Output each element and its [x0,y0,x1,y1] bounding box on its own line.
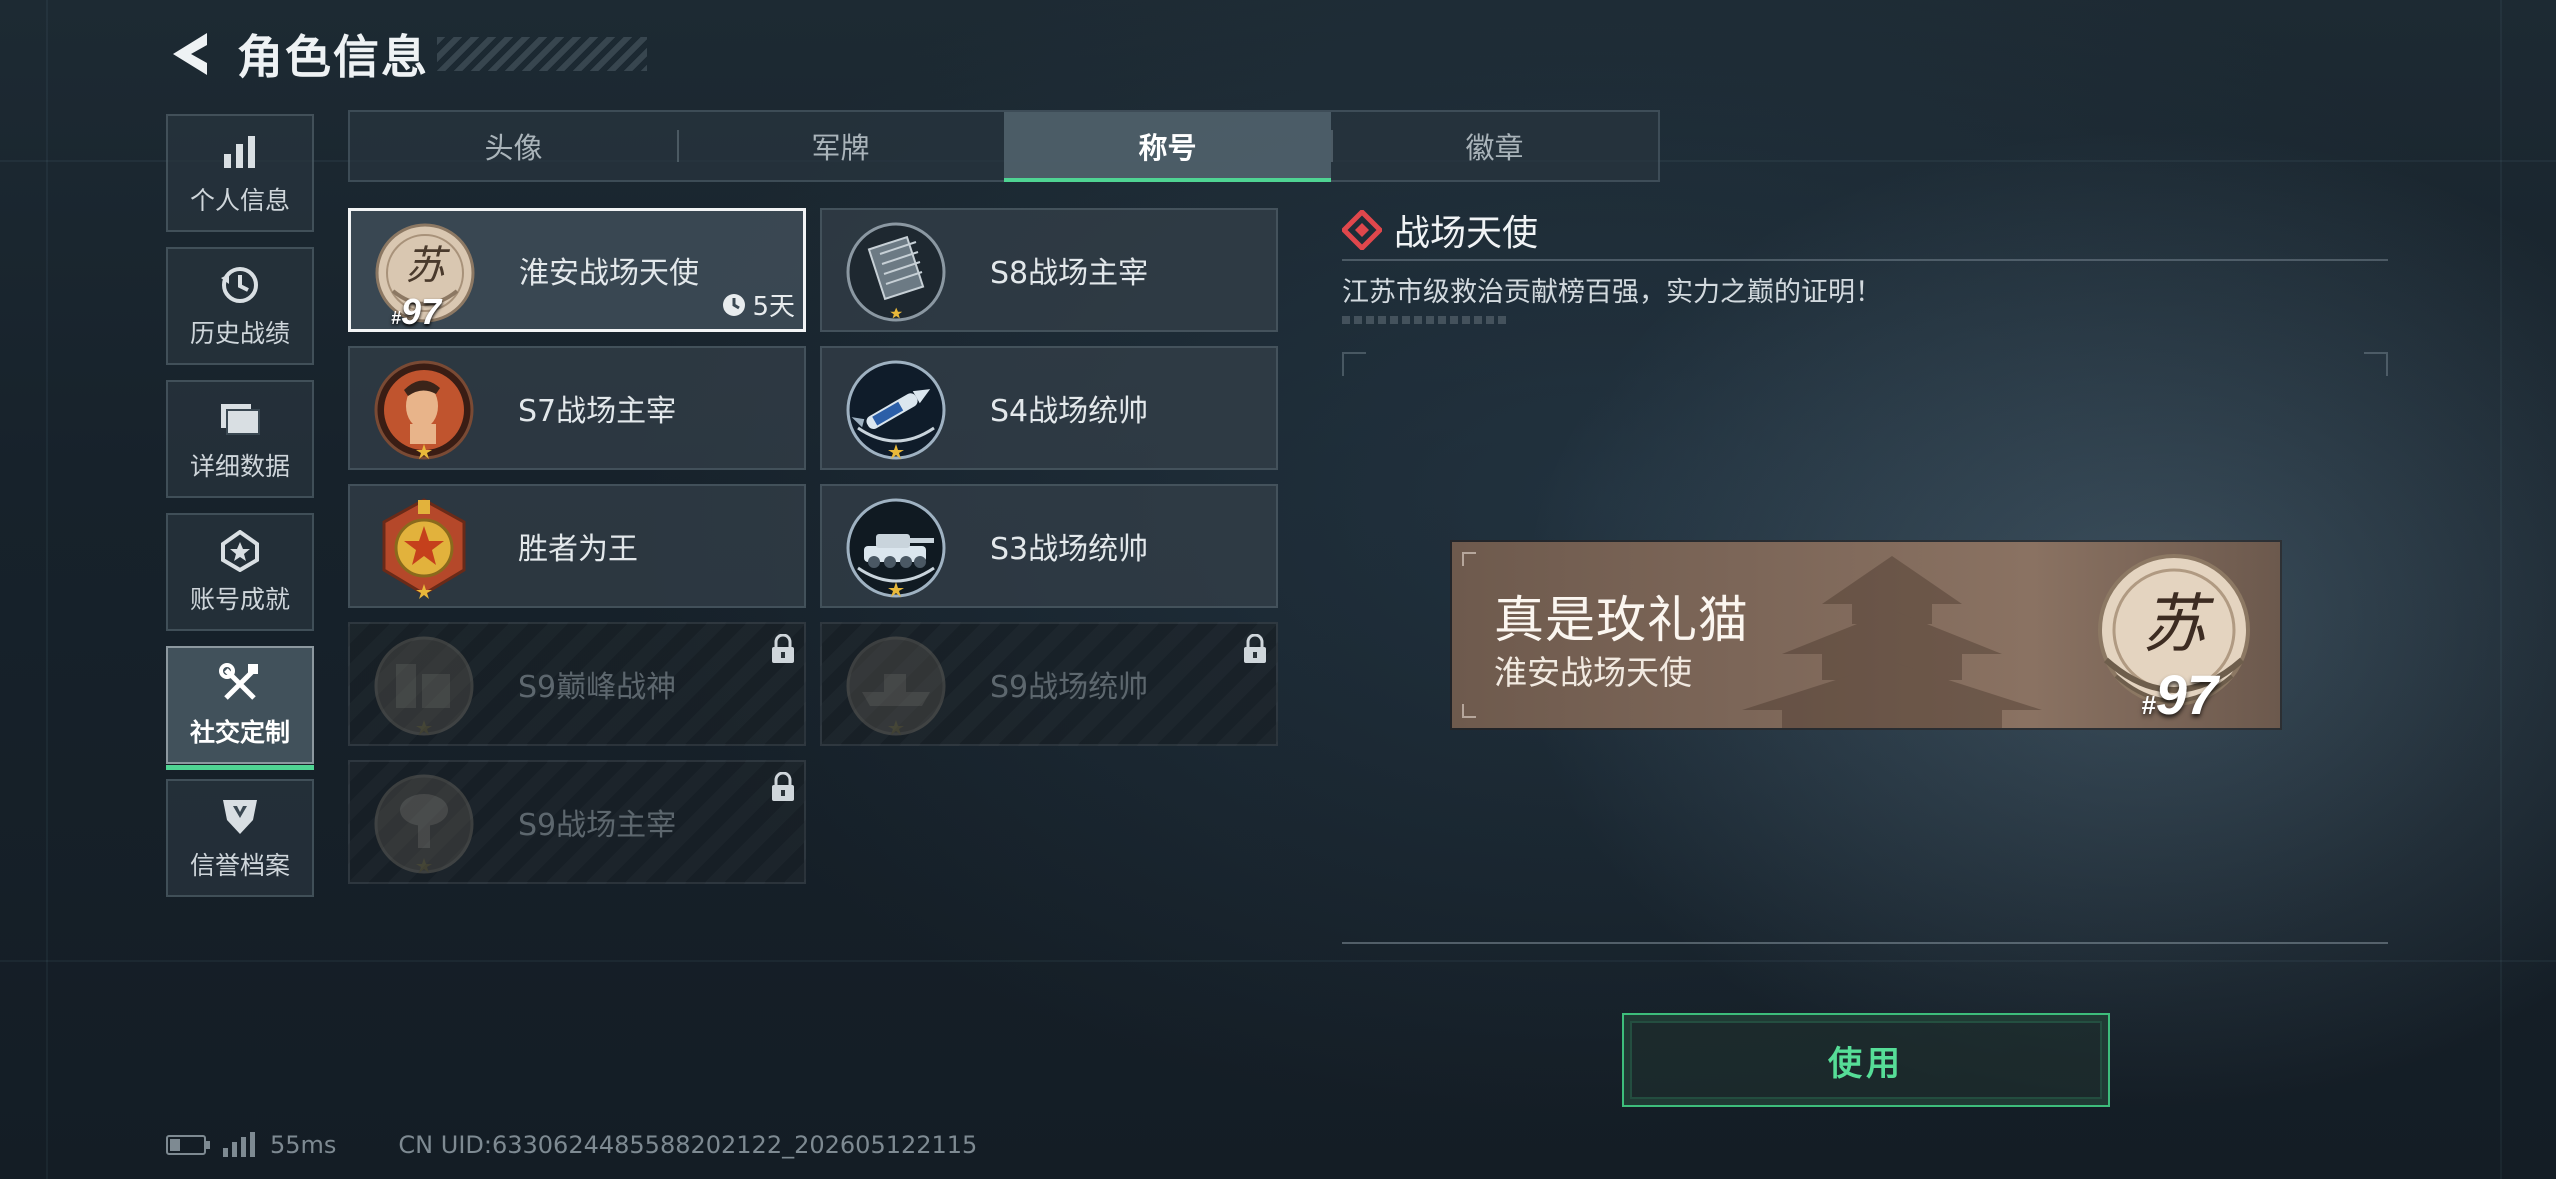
uid-text: CN UID:6330624485588202122_202605122115 [398,1131,978,1159]
frame-corner [1342,352,1366,376]
title-card-label: S9战场统帅 [990,670,1149,705]
frame-corner [2364,352,2388,376]
ruins-medal-icon [374,636,474,736]
nav-label: 社交定制 [189,718,290,747]
nav-item-match-history[interactable]: 历史战绩 [166,247,314,365]
svg-text:苏: 苏 [405,243,451,289]
page-title: 角色信息 [237,30,429,84]
title-card-s7-dominator[interactable]: S7战场主宰 [348,346,806,470]
rank-badge: #97 [391,291,442,332]
warship-medal-icon [846,636,946,736]
tab-title[interactable]: 称号 [1004,112,1331,182]
nav-label: 账号成就 [189,585,290,614]
title-card-label: 胜者为王 [518,532,638,567]
nameplate-preview: 真是玫礼猫 淮安战场天使 苏 #97 [1452,542,2280,728]
lock-icon [1244,634,1266,663]
tab-badge[interactable]: 徽章 [1331,112,1658,180]
soldier-portrait-medal-icon [374,360,474,460]
signal-icon [223,1132,255,1157]
use-button-label: 使用 [1828,1043,1904,1084]
back-arrow-icon [173,33,207,75]
title-card-label: S8战场主宰 [990,256,1149,291]
bg-grid-line [46,0,48,1179]
mushroom-cloud-medal-icon [374,774,474,874]
pagoda-illustration [1742,556,2042,728]
nav-item-personal-info[interactable]: 个人信息 [166,114,314,232]
tab-avatar[interactable]: 头像 [350,112,677,180]
divider [1342,259,2388,261]
title-card-label: S9巅峰战神 [518,670,677,705]
title-card-label: S3战场统帅 [990,532,1149,567]
detail-title: 战场天使 [1394,213,1539,254]
preview-baseline [1342,942,2388,944]
nav-item-social-customization[interactable]: 社交定制 [166,646,314,770]
ping-text: 55ms [270,1131,337,1159]
tank-medal-icon [846,498,946,598]
title-card-s9-peak-war-god[interactable]: S9巅峰战神 [348,622,806,746]
title-card-s9-dominator[interactable]: S9战场主宰 [348,760,806,884]
title-card-label: S4战场统帅 [990,394,1149,429]
nameplate-title: 淮安战场天使 [1494,653,1692,692]
title-card-huaian-angel[interactable]: 苏 #97 淮安战场天使 5天 [348,208,806,332]
title-card-winner-is-king[interactable]: 胜者为王 [348,484,806,608]
lock-icon [772,634,794,663]
tools-icon [217,661,263,707]
nameplate-corner [1462,704,1476,718]
title-card-s9-commander[interactable]: S9战场统帅 [820,622,1278,746]
history-clock-icon [217,262,263,308]
use-button[interactable]: 使用 [1622,1013,2110,1107]
title-card-s3-commander[interactable]: S3战场统帅 [820,484,1278,608]
title-card-label: 淮安战场天使 [519,256,699,291]
duration-indicator: 5天 [722,286,795,323]
nameplate-corner [1462,552,1476,566]
nav-item-credit-record[interactable]: 信誉档案 [166,779,314,897]
description-decoration [1342,316,1508,324]
gold-star-medal-icon [382,498,466,599]
diamond-marker-icon [1342,210,1382,250]
tab-dog-tag[interactable]: 军牌 [677,112,1004,180]
nav-label: 信誉档案 [189,851,290,880]
category-tabs: 头像 军牌 称号 徽章 [348,110,1660,182]
bg-grid-line [0,960,2556,962]
nav-label: 个人信息 [189,186,290,215]
nameplate-player-name: 真是玫礼猫 [1494,591,1749,649]
grid-building-medal-icon [846,222,946,322]
clock-icon [723,293,746,316]
achievement-medal-icon [217,528,263,574]
detail-header: 战场天使 [1342,204,1538,256]
back-button[interactable] [165,22,217,86]
page-header: 角色信息 [165,22,647,86]
lock-icon [772,772,794,801]
title-card-s4-commander[interactable]: S4战场统帅 [820,346,1278,470]
detail-description: 江苏市级救治贡献榜百强，实力之巅的证明！ [1342,277,1882,308]
nav-item-achievements[interactable]: 账号成就 [166,513,314,631]
svg-text:苏: 苏 [2142,588,2215,662]
nav-label: 详细数据 [189,452,290,481]
title-card-s8-dominator[interactable]: S8战场主宰 [820,208,1278,332]
status-bar: 55ms CN UID:6330624485588202122_20260512… [166,1128,977,1162]
missile-medal-icon [846,360,946,460]
bar-chart-icon [217,129,263,175]
battery-icon [166,1135,210,1155]
title-card-label: S7战场主宰 [518,394,677,429]
title-card-label: S9战场主宰 [518,808,677,843]
shield-emblem-icon [217,794,263,840]
duration-text: 5天 [752,292,795,322]
nameplate-rank: #97 [2141,663,2218,726]
nav-label: 历史战绩 [189,319,290,348]
nav-item-detailed-data[interactable]: 详细数据 [166,380,314,498]
folder-icon [217,395,263,441]
bg-grid-line [2500,0,2502,1179]
title-decoration [437,37,647,71]
